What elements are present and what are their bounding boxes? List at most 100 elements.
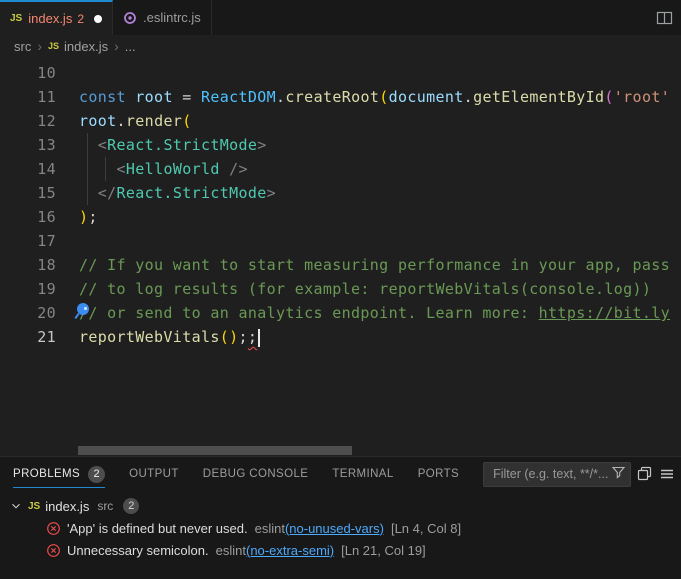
copy-icon[interactable] [637,463,653,485]
line-number: 18 [0,253,56,277]
code-token: ( [379,88,388,106]
problem-row[interactable]: 'App' is defined but never used.eslint(n… [0,517,681,539]
code-line[interactable] [79,229,681,253]
panel-tab-label: OUTPUT [129,468,179,480]
breadcrumb: src › JS index.js › ... [0,35,681,57]
panel-tab-label: TERMINAL [332,468,393,480]
code-editor[interactable]: 101112131415161718192021 const root = Re… [0,57,681,456]
code-line[interactable]: // or send to an analytics endpoint. Lea… [79,301,681,325]
modified-dot-icon[interactable] [94,15,102,23]
problem-source: eslint [216,543,246,558]
tab-eslintrc-js[interactable]: .eslintrc.js [113,0,212,35]
panel-tab-terminal[interactable]: TERMINAL [332,457,393,491]
code-line[interactable]: <HelloWorld /> [79,157,681,181]
panel-tab-label: DEBUG CONSOLE [203,468,309,480]
code-token: createRoot [285,88,379,106]
code-lines: const root = ReactDOM.createRoot(documen… [79,61,681,349]
tab-label: .eslintrc.js [143,10,201,25]
editor-tab-bar: JS index.js 2 .eslintrc.js [0,0,681,35]
code-line[interactable]: root.render( [79,109,681,133]
code-token: // If you want to start measuring perfor… [79,256,670,274]
breadcrumb-folder[interactable]: src [14,39,31,54]
breadcrumb-file[interactable]: index.js [64,39,108,54]
problems-list: JS index.js src 2 'App' is defined but n… [0,491,681,561]
filter-funnel-icon [611,465,626,484]
code-token: root [135,88,173,106]
code-line[interactable]: // If you want to start measuring perfor… [79,253,681,277]
line-number: 14 [0,157,56,181]
code-token [220,160,229,178]
line-numbers: 101112131415161718192021 [0,61,56,349]
problem-location: [Ln 21, Col 19] [341,543,426,558]
panel-tab-problems[interactable]: PROBLEMS2 [13,457,105,491]
error-icon [46,521,61,536]
filter-input[interactable] [491,466,611,482]
panel-tabs: PROBLEMS2 OUTPUT DEBUG CONSOLE TERMINAL PORT… [0,457,681,491]
panel-tab-output[interactable]: OUTPUT [129,457,179,491]
code-token: </ [98,184,117,202]
horizontal-scrollbar[interactable] [78,446,352,455]
problems-file-row[interactable]: JS index.js src 2 [0,495,681,517]
code-token: ; [248,328,257,346]
line-number: 10 [0,61,56,85]
annotation-pin-icon[interactable] [77,303,89,315]
code-token: . [464,88,473,106]
code-token: React.StrictMode [107,136,257,154]
chevron-down-icon[interactable] [8,499,24,513]
menu-lines-icon[interactable] [659,463,675,485]
code-token: /> [229,160,248,178]
code-line[interactable] [79,61,681,85]
split-editor-icon[interactable] [653,7,675,29]
chevron-right-icon: › [37,39,42,53]
editor-actions [647,0,681,35]
javascript-file-icon: JS [48,41,59,51]
panel-tab-ports[interactable]: PORTS [418,457,459,491]
code-token: // or send to an analytics endpoint. Lea… [79,304,539,322]
code-token: const [79,88,135,106]
javascript-file-icon: JS [28,501,40,512]
code-token [79,184,98,202]
panel-tab-label: PORTS [418,468,459,480]
problem-rule-link[interactable]: (no-unused-vars) [285,521,384,536]
code-token: reportWebVitals [79,328,220,346]
problems-count-badge: 2 [123,498,139,514]
code-token: () [220,328,239,346]
line-number: 11 [0,85,56,109]
code-token: ) [79,208,88,226]
code-line[interactable]: </React.StrictMode> [79,181,681,205]
code-token [79,160,117,178]
code-line[interactable]: reportWebVitals();; [79,325,681,349]
code-token: render [126,112,182,130]
code-line[interactable]: ); [79,205,681,229]
code-line[interactable]: // to log results (for example: reportWe… [79,277,681,301]
bottom-panel: PROBLEMS2 OUTPUT DEBUG CONSOLE TERMINAL PORT… [0,456,681,579]
code-token: . [276,88,285,106]
problems-filter[interactable] [483,462,631,487]
line-number: 16 [0,205,56,229]
panel-tab-debug-console[interactable]: DEBUG CONSOLE [203,457,309,491]
code-line[interactable]: <React.StrictMode> [79,133,681,157]
tab-index-js[interactable]: JS index.js 2 [0,0,113,35]
problem-rule-link[interactable]: (no-extra-semi) [246,543,334,558]
code-token: ; [238,328,247,346]
code-token: https://bit.ly [539,304,670,322]
breadcrumb-more[interactable]: ... [125,39,136,54]
vscode-window: JS index.js 2 .eslintrc.js src › JS inde… [0,0,681,579]
code-token: ( [604,88,613,106]
line-number: 21 [0,325,56,349]
panel-tab-badge: 2 [88,466,105,483]
line-number: 17 [0,229,56,253]
problem-message: Unnecessary semicolon. [67,543,209,558]
code-token: . [117,112,126,130]
code-token: < [98,136,107,154]
code-token: document [389,88,464,106]
code-token: > [257,136,266,154]
code-token: ( [182,112,191,130]
line-number: 12 [0,109,56,133]
code-token: < [117,160,126,178]
problems-file-path: src [97,499,113,513]
tab-problem-count: 2 [77,12,84,26]
code-token: root [79,112,117,130]
problem-row[interactable]: Unnecessary semicolon. eslint(no-extra-se… [0,539,681,561]
code-line[interactable]: const root = ReactDOM.createRoot(documen… [79,85,681,109]
